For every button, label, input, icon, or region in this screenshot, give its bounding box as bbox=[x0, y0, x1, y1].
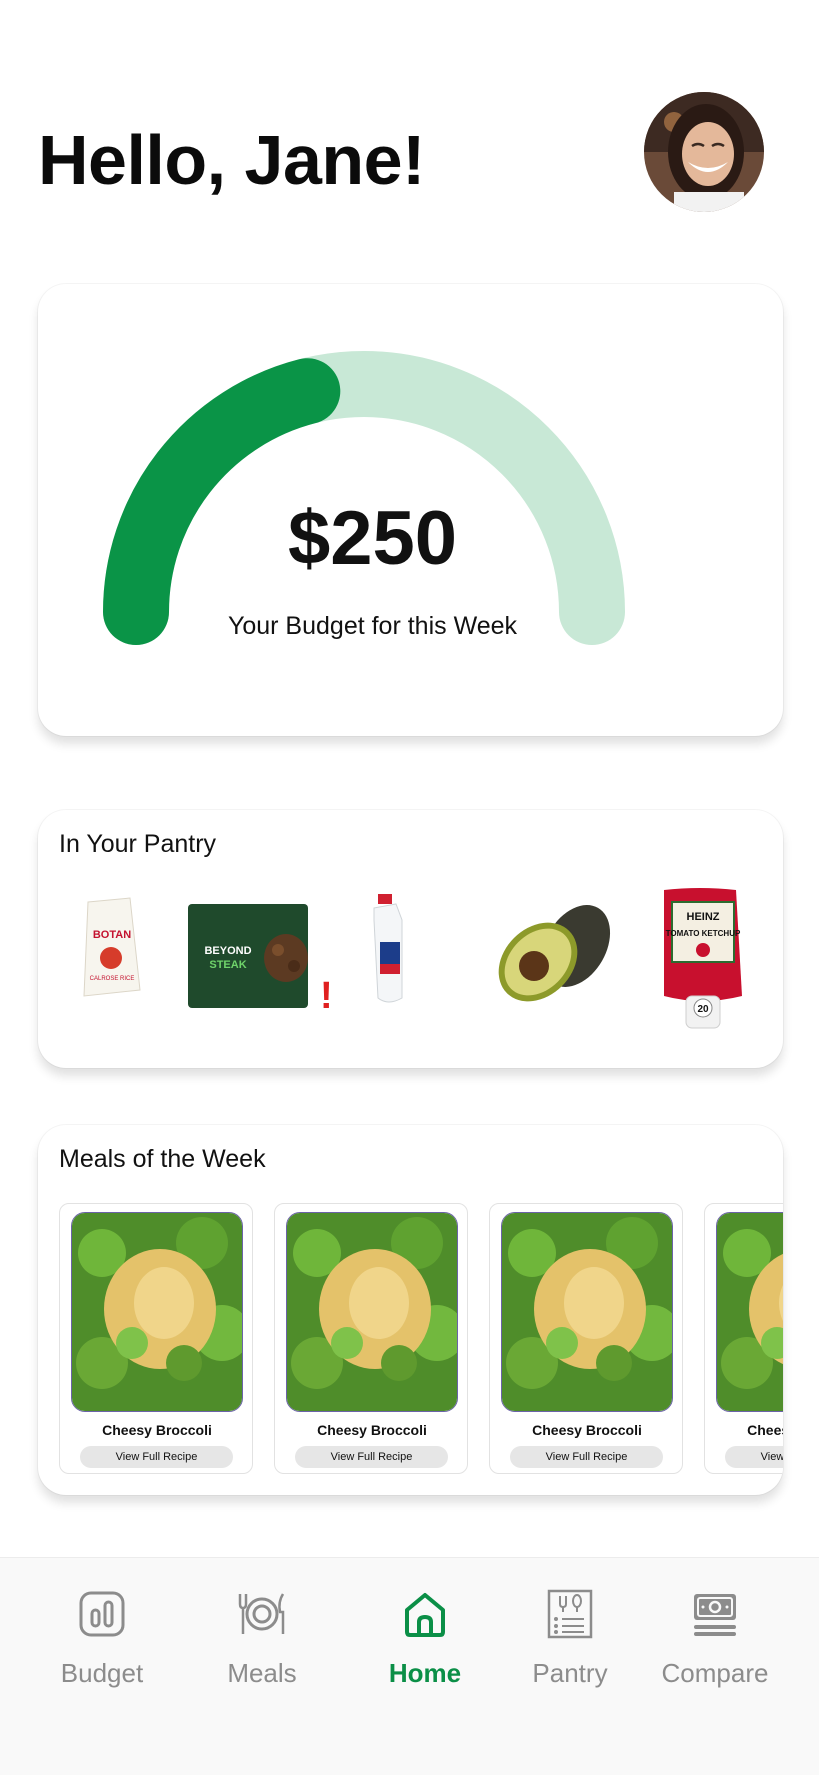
meal-card[interactable]: Cheesy Broccoli View Full Recipe bbox=[704, 1203, 783, 1474]
svg-text:BEYOND: BEYOND bbox=[204, 945, 251, 957]
meal-image bbox=[71, 1212, 243, 1412]
pantry-items: BOTAN CALROSE RICE BEYOND STEAK ! HEINZ … bbox=[83, 888, 742, 1029]
compare-money-icon bbox=[694, 1594, 736, 1636]
pantry-list-icon bbox=[547, 1589, 593, 1639]
nav-home[interactable]: Home bbox=[355, 1588, 495, 1689]
avocado-icon[interactable] bbox=[483, 893, 624, 1017]
budget-label: Your Budget for this Week bbox=[227, 612, 518, 640]
nav-label-compare: Compare bbox=[661, 1658, 769, 1688]
meal-card[interactable]: Cheesy Broccoli View Full Recipe bbox=[59, 1203, 253, 1474]
view-recipe-button[interactable]: View Full Recipe bbox=[725, 1446, 783, 1468]
meal-name: Cheesy Broccoli bbox=[102, 1422, 212, 1438]
meal-card[interactable]: Cheesy Broccoli View Full Recipe bbox=[489, 1203, 683, 1474]
svg-text:20: 20 bbox=[697, 1004, 709, 1015]
nav-label-home: Home bbox=[388, 1658, 462, 1688]
nav-compare[interactable]: Compare bbox=[645, 1588, 785, 1689]
meal-name: Cheesy Broccoli bbox=[747, 1422, 783, 1438]
meat-package-icon[interactable]: BEYOND STEAK ! bbox=[188, 904, 333, 1017]
view-recipe-button[interactable]: View Full Recipe bbox=[80, 1446, 233, 1468]
svg-text:TOMATO KETCHUP: TOMATO KETCHUP bbox=[666, 929, 741, 938]
nav-label-pantry: Pantry bbox=[532, 1658, 608, 1688]
nav-meals[interactable]: Meals bbox=[192, 1588, 332, 1689]
budget-amount: $250 bbox=[287, 496, 458, 581]
nav-budget[interactable]: Budget bbox=[32, 1588, 172, 1689]
nav-label-budget: Budget bbox=[60, 1658, 144, 1688]
svg-text:CALROSE RICE: CALROSE RICE bbox=[90, 976, 135, 982]
ketchup-bottle-icon[interactable]: HEINZ TOMATO KETCHUP 20 bbox=[664, 888, 742, 1029]
meal-card[interactable]: Cheesy Broccoli View Full Recipe bbox=[274, 1203, 468, 1474]
pantry-title: In Your Pantry bbox=[59, 830, 217, 858]
header: Hello, Jane! bbox=[38, 92, 778, 230]
bottom-nav: Budget Meals Home Pantry Compare bbox=[0, 1557, 819, 1775]
meal-image bbox=[501, 1212, 673, 1412]
plate-utensils-icon bbox=[238, 1593, 285, 1634]
milk-jug-icon[interactable] bbox=[373, 894, 403, 1003]
nav-label-meals: Meals bbox=[227, 1658, 297, 1688]
view-recipe-button[interactable]: View Full Recipe bbox=[295, 1446, 448, 1468]
expiry-alert-icon: ! bbox=[320, 975, 333, 1017]
budget-chart-icon bbox=[79, 1591, 125, 1637]
pantry-card[interactable]: In Your Pantry BOTAN CALROSE RICE BEYOND… bbox=[38, 810, 783, 1068]
avatar[interactable] bbox=[644, 92, 764, 212]
nav-pantry[interactable]: Pantry bbox=[500, 1588, 640, 1689]
svg-text:STEAK: STEAK bbox=[209, 959, 246, 971]
svg-text:BOTAN: BOTAN bbox=[93, 929, 131, 941]
meal-name: Cheesy Broccoli bbox=[317, 1422, 427, 1438]
meal-image bbox=[286, 1212, 458, 1412]
home-icon bbox=[405, 1593, 445, 1637]
view-recipe-button[interactable]: View Full Recipe bbox=[510, 1446, 663, 1468]
rice-bag-icon[interactable]: BOTAN CALROSE RICE bbox=[83, 897, 141, 997]
meals-title: Meals of the Week bbox=[59, 1145, 266, 1173]
svg-text:HEINZ: HEINZ bbox=[687, 911, 720, 923]
meal-image bbox=[716, 1212, 783, 1412]
meal-name: Cheesy Broccoli bbox=[532, 1422, 642, 1438]
meals-card[interactable]: Meals of the Week Cheesy Broccoli View F… bbox=[38, 1125, 783, 1495]
